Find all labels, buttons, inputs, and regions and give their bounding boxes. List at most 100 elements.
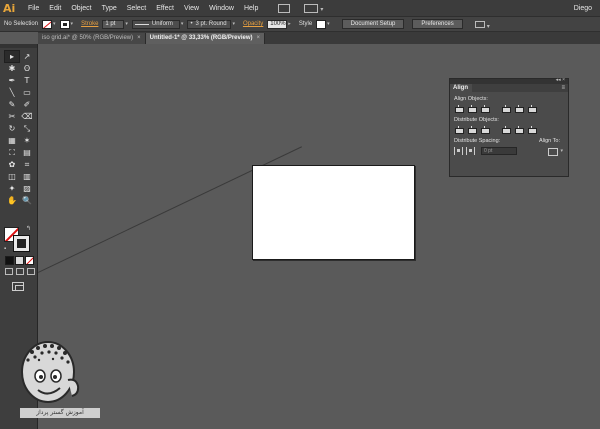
default-colors-icon[interactable]: ▪ — [4, 246, 6, 252]
chevron-down-icon[interactable]: ▾ — [125, 21, 128, 27]
chevron-down-icon[interactable]: ▾ — [327, 21, 330, 27]
stroke-label[interactable]: Stroke — [81, 21, 98, 27]
direct-selection-tool-icon[interactable]: ↗ — [20, 51, 34, 62]
arrange-documents-icon[interactable]: ▾ — [304, 3, 323, 13]
menu-view[interactable]: View — [184, 0, 199, 17]
scissors-tool-icon[interactable]: ✂ — [5, 111, 19, 122]
stroke-weight-field[interactable]: 1 pt — [102, 19, 125, 29]
horizontal-distribute-left-icon[interactable] — [501, 126, 511, 134]
chevron-down-icon[interactable]: ▾ — [71, 21, 74, 27]
user-name[interactable]: Diego — [574, 0, 592, 17]
gradient-tool-icon[interactable]: ⌗ — [20, 159, 34, 170]
lasso-tool-icon[interactable]: ʘ — [20, 63, 34, 74]
stroke-swatch-large[interactable] — [13, 235, 30, 252]
tab-align[interactable]: Align — [450, 84, 472, 92]
panel-grip[interactable] — [0, 44, 37, 48]
zoom-tool-icon[interactable]: 🔍 — [20, 195, 34, 206]
variable-width-profile[interactable]: Uniform — [131, 19, 180, 29]
opacity-field[interactable]: 100% — [267, 19, 288, 29]
document-setup-button[interactable]: Document Setup — [341, 19, 405, 29]
bridge-icon[interactable] — [278, 3, 291, 13]
chevron-down-icon[interactable]: ▾ — [560, 148, 563, 154]
horizontal-distribute-right-icon[interactable] — [527, 126, 537, 134]
horizontal-distribute-center-icon[interactable] — [514, 126, 524, 134]
menu-type[interactable]: Type — [102, 0, 117, 17]
menu-help[interactable]: Help — [244, 0, 258, 17]
draw-inside-icon[interactable] — [27, 268, 35, 275]
close-icon[interactable]: × — [137, 33, 141, 44]
draw-normal-icon[interactable] — [5, 268, 13, 275]
panel-menu-icon[interactable]: ≡ — [561, 84, 565, 92]
fill-swatch[interactable] — [42, 19, 53, 29]
scale-tool-icon[interactable]: ⤡ — [20, 123, 34, 134]
collapse-icon[interactable]: ◂◂ × — [556, 77, 565, 83]
chevron-down-icon[interactable]: ▾ — [53, 21, 56, 27]
rectangle-tool-icon[interactable]: ▭ — [20, 87, 34, 98]
perspective-grid-tool-icon[interactable]: ▤ — [20, 147, 34, 158]
menu-window[interactable]: Window — [209, 0, 234, 17]
draw-behind-icon[interactable] — [16, 268, 24, 275]
menu-edit[interactable]: Edit — [49, 0, 61, 17]
horizontal-align-left-icon[interactable] — [454, 105, 464, 113]
app-logo: Ai — [3, 1, 16, 15]
pencil-tool-icon[interactable]: ✐ — [20, 99, 34, 110]
tab-untitled-1[interactable]: Untitled-1* @ 33,33% (RGB/Preview) × — [145, 33, 266, 44]
vertical-distribute-bottom-icon[interactable] — [480, 126, 490, 134]
horizontal-align-center-icon[interactable] — [467, 105, 477, 113]
stroke-swatch[interactable] — [59, 19, 70, 29]
color-mode-icon[interactable] — [5, 256, 14, 265]
panel-options-icon[interactable]: ▾ — [474, 20, 490, 30]
none-mode-icon[interactable] — [25, 256, 34, 265]
chevron-down-icon[interactable]: ▾ — [181, 21, 184, 27]
menu-file[interactable]: File — [28, 0, 39, 17]
eraser-tool-icon[interactable]: ⌫ — [20, 111, 34, 122]
tab-iso-grid[interactable]: iso grid.ai* @ 50% (RGB/Preview) × — [38, 33, 146, 44]
vertical-distribute-center-icon[interactable] — [467, 126, 477, 134]
horizontal-distribute-space-icon[interactable] — [466, 147, 475, 155]
menu-select[interactable]: Select — [127, 0, 146, 17]
control-bar: No Selection ▾ ▾ Stroke 1 pt ▾ Uniform ▾… — [0, 17, 600, 32]
menu-effect[interactable]: Effect — [156, 0, 174, 17]
hand-tool-icon[interactable]: ✋ — [5, 195, 19, 206]
type-tool-icon[interactable]: T — [20, 75, 34, 86]
magic-wand-tool-icon[interactable]: ✱ — [5, 63, 19, 74]
free-transform-tool-icon[interactable]: ✶ — [20, 135, 34, 146]
symbol-sprayer-tool-icon[interactable]: ✦ — [5, 183, 19, 194]
preferences-button[interactable]: Preferences — [412, 19, 463, 29]
tool-grid: ▸ ↗ ✱ ʘ ✒ T ╲ ▭ ✎ ✐ ✂ ⌫ ↻ ⤡ ▦ ✶ ⛶ ▤ ✿ ⌗ … — [0, 50, 37, 206]
selection-tool-icon[interactable]: ▸ — [4, 50, 20, 63]
chevron-right-icon[interactable]: ▸ — [288, 21, 291, 27]
opacity-label[interactable]: Opacity — [243, 21, 263, 27]
mesh-tool-icon[interactable]: ✿ — [5, 159, 19, 170]
spacing-input[interactable]: 0 pt — [481, 147, 517, 155]
screen-mode-icon[interactable] — [12, 282, 24, 291]
paintbrush-tool-icon[interactable]: ✎ — [5, 99, 19, 110]
column-graph-tool-icon[interactable]: ▨ — [20, 183, 34, 194]
tab-label: Untitled-1* @ 33,33% (RGB/Preview) — [149, 35, 253, 41]
close-icon[interactable]: × — [257, 33, 261, 44]
graphic-style-swatch[interactable] — [316, 19, 327, 29]
blend-tool-icon[interactable]: ▥ — [20, 171, 34, 182]
align-objects-label: Align Objects: — [454, 96, 488, 102]
artboard[interactable] — [252, 165, 415, 260]
swap-fill-stroke-icon[interactable]: ↰ — [26, 225, 31, 232]
line-tool-icon[interactable]: ╲ — [5, 87, 19, 98]
panel-tabs: Align ≡ — [450, 84, 568, 92]
rotate-tool-icon[interactable]: ↻ — [5, 123, 19, 134]
vertical-distribute-space-icon[interactable] — [454, 147, 463, 155]
chevron-down-icon[interactable]: ▾ — [232, 21, 235, 27]
eyedropper-tool-icon[interactable]: ◫ — [5, 171, 19, 182]
align-to-selection-icon[interactable] — [548, 148, 558, 156]
width-tool-icon[interactable]: ▦ — [5, 135, 19, 146]
shape-builder-tool-icon[interactable]: ⛶ — [5, 147, 19, 158]
vertical-align-bottom-icon[interactable] — [527, 105, 537, 113]
gradient-mode-icon[interactable] — [15, 256, 24, 265]
horizontal-align-right-icon[interactable] — [480, 105, 490, 113]
vertical-align-center-icon[interactable] — [514, 105, 524, 113]
pen-tool-icon[interactable]: ✒ — [5, 75, 19, 86]
vertical-distribute-top-icon[interactable] — [454, 126, 464, 134]
brush-definition[interactable]: • 3 pt. Round — [187, 19, 232, 29]
menu-object[interactable]: Object — [71, 0, 91, 17]
vertical-align-top-icon[interactable] — [501, 105, 511, 113]
distribute-objects-label: Distribute Objects: — [454, 117, 499, 123]
